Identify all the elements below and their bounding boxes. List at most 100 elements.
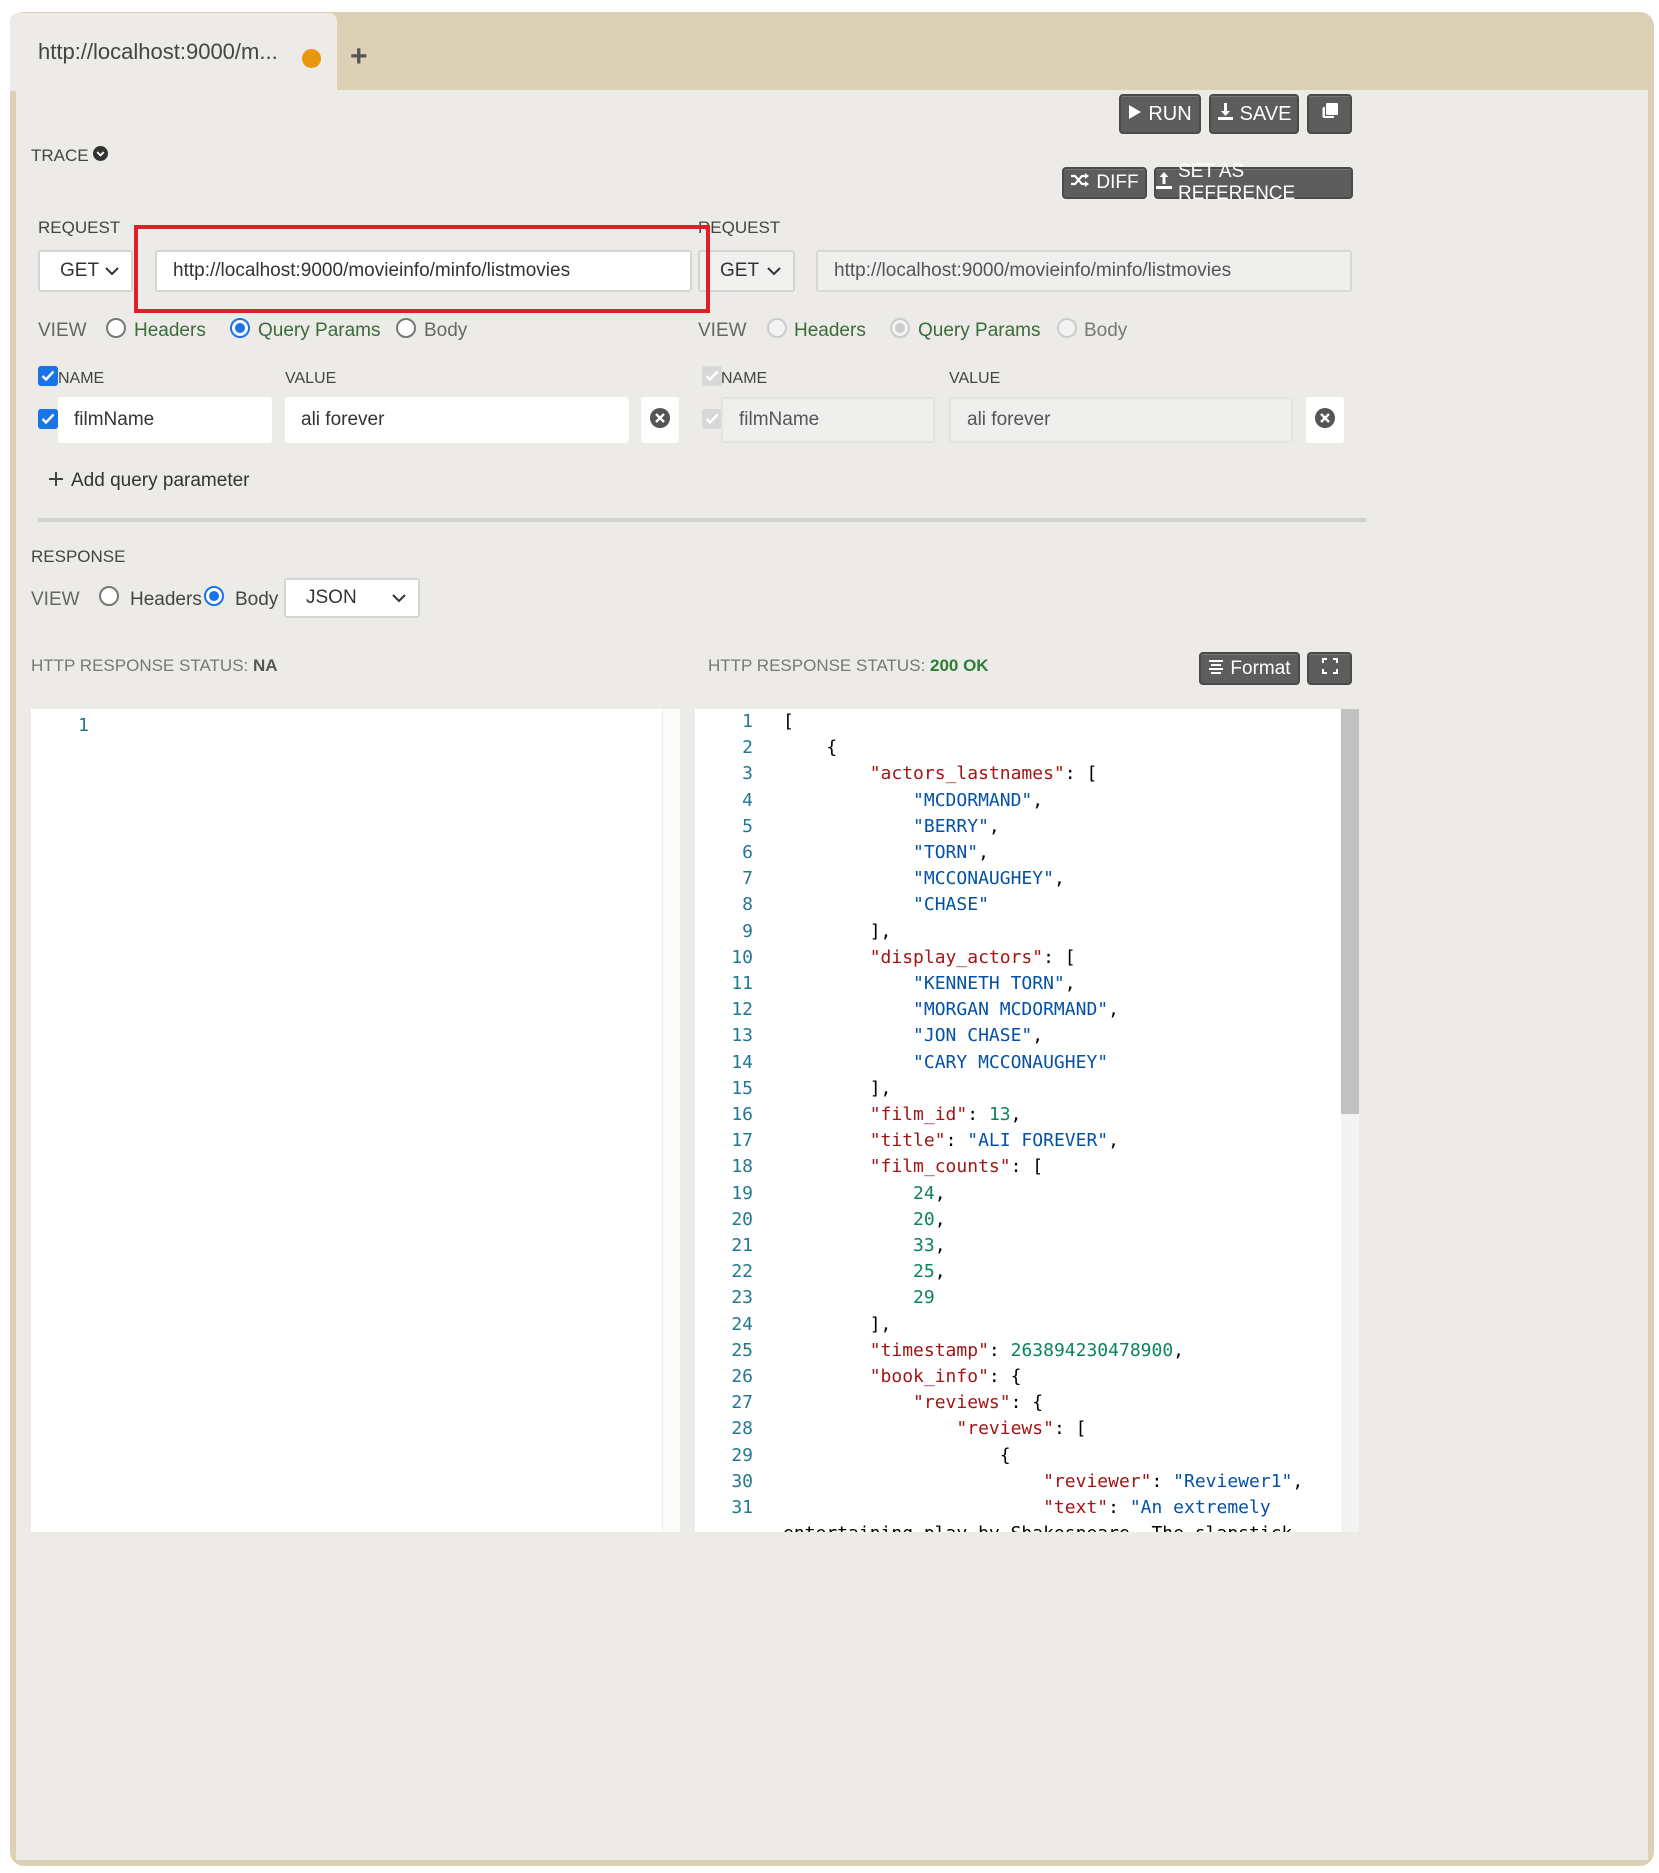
line-number: 24 xyxy=(731,1313,753,1335)
chevron-down-icon xyxy=(767,260,781,282)
param-checkbox-right xyxy=(702,409,722,429)
fullscreen-button[interactable] xyxy=(1307,652,1352,685)
body-label-left: Body xyxy=(424,320,468,341)
right-editor-scrollbar[interactable] xyxy=(1341,709,1359,1532)
radio-headers-left[interactable] xyxy=(106,318,126,338)
response-headers-label: Headers xyxy=(130,589,202,610)
code-line: ], xyxy=(783,1077,892,1099)
play-icon xyxy=(1128,103,1142,126)
right-status-value: 200 OK xyxy=(930,656,989,675)
format-button[interactable]: Format xyxy=(1199,652,1300,685)
duplicate-button[interactable] xyxy=(1307,94,1352,134)
value-header-right: VALUE xyxy=(949,370,1001,387)
code-line: [ xyxy=(783,711,794,732)
line-number: 8 xyxy=(742,894,753,916)
line-number: 4 xyxy=(742,789,753,811)
code-line: ], xyxy=(783,920,892,942)
close-circle-icon xyxy=(1314,407,1336,434)
trace-toggle[interactable]: TRACE xyxy=(31,146,108,166)
run-button[interactable]: RUN xyxy=(1119,94,1201,134)
line-number: 26 xyxy=(731,1366,753,1387)
remove-param-button-right[interactable] xyxy=(1306,397,1344,443)
line-number: 9 xyxy=(742,920,753,942)
shuffle-icon xyxy=(1070,172,1090,194)
code-line: "text": "An extremely xyxy=(1043,1497,1271,1518)
response-format-select[interactable]: JSON xyxy=(284,578,420,618)
line-number: 1 xyxy=(78,715,89,736)
close-circle-icon xyxy=(649,407,671,434)
select-all-checkbox-right xyxy=(702,366,722,386)
radio-body-right xyxy=(1057,318,1077,338)
code-line: "TORN", xyxy=(913,842,989,863)
code-line: "CHASE" xyxy=(913,894,989,916)
method-select-right: GET xyxy=(698,250,795,292)
value-header-left: VALUE xyxy=(285,370,337,387)
code-line: 20, xyxy=(913,1208,946,1230)
query-params-label-right: Query Params xyxy=(918,320,1041,341)
line-number: 18 xyxy=(731,1156,753,1178)
code-line: "CARY MCCONAUGHEY" xyxy=(913,1051,1109,1073)
radio-response-headers[interactable] xyxy=(99,586,119,606)
line-number: 7 xyxy=(742,868,753,890)
line-number: 1 xyxy=(742,711,753,732)
line-number: 6 xyxy=(742,842,753,863)
code-line: "BERRY", xyxy=(913,815,1000,837)
section-divider xyxy=(38,518,1366,522)
left-status-value: NA xyxy=(253,656,278,675)
right-response-editor[interactable]: 1 2 3 4 5 6 7 8 9 10 11 12 13 14 15 16 17 18 19 20 21 22 23 24 2… xyxy=(695,709,1359,1532)
line-number: 3 xyxy=(742,763,753,785)
line-number: 11 xyxy=(731,973,753,994)
param-checkbox-left[interactable] xyxy=(38,409,58,429)
code-line: "MCDORMAND", xyxy=(913,789,1044,811)
chevron-down-circle-icon xyxy=(92,146,108,166)
code-line: "film_counts": [ xyxy=(869,1156,1044,1178)
left-status: HTTP RESPONSE STATUS: NA xyxy=(31,656,278,675)
code-line: "book_info": { xyxy=(869,1366,1022,1387)
param-name-input-right: filmName xyxy=(721,397,935,443)
line-number: 23 xyxy=(731,1287,753,1309)
chevron-down-icon xyxy=(105,260,119,282)
code-line: "MCCONAUGHEY", xyxy=(913,868,1065,890)
code-line: 24, xyxy=(913,1182,946,1204)
line-number: 19 xyxy=(731,1182,753,1204)
code-line: "actors_lastnames": [ xyxy=(869,763,1098,785)
code-line: 29 xyxy=(913,1287,935,1309)
add-tab-button[interactable]: + xyxy=(350,42,368,72)
line-number: 30 xyxy=(731,1470,753,1492)
query-params-label-left: Query Params xyxy=(258,320,381,341)
code-line: "reviewer": "Reviewer1", xyxy=(1043,1470,1304,1492)
code-line: 33, xyxy=(913,1235,946,1256)
view-label-left: VIEW xyxy=(38,320,87,341)
code-line: "KENNETH TORN", xyxy=(913,973,1076,994)
save-button[interactable]: SAVE xyxy=(1209,94,1299,134)
line-number: 5 xyxy=(742,815,753,837)
line-number: 2 xyxy=(742,737,753,759)
add-query-parameter-button[interactable]: Add query parameter xyxy=(49,470,250,492)
line-number: 14 xyxy=(731,1051,753,1073)
name-header-left: NAME xyxy=(58,370,105,387)
remove-param-button-left[interactable] xyxy=(641,397,679,443)
param-value-input-left[interactable]: ali forever xyxy=(285,397,629,443)
radio-response-body[interactable] xyxy=(204,586,224,606)
url-input-right: http://localhost:9000/movieinfo/minfo/li… xyxy=(816,250,1352,292)
request-label-right: REQUEST xyxy=(698,218,781,237)
headers-label-left: Headers xyxy=(134,320,206,341)
method-select-left[interactable]: GET xyxy=(38,250,133,292)
request-tab[interactable]: http://localhost:9000/m... xyxy=(10,13,337,91)
select-all-checkbox-left[interactable] xyxy=(38,366,58,386)
upload-icon xyxy=(1156,171,1172,195)
align-center-icon xyxy=(1208,658,1224,680)
view-label-right: VIEW xyxy=(698,320,747,341)
main-panel: RUN SAVE TRACE DIFF SET AS REFERENCE REQ… xyxy=(16,90,1648,1860)
left-response-editor[interactable]: 1 xyxy=(31,709,680,1532)
line-number: 16 xyxy=(731,1104,753,1125)
left-editor-scrollbar[interactable] xyxy=(662,709,680,1532)
diff-button[interactable]: DIFF xyxy=(1062,167,1147,199)
radio-body-left[interactable] xyxy=(396,318,416,338)
set-as-reference-button[interactable]: SET AS REFERENCE xyxy=(1154,161,1353,204)
code-line: { xyxy=(783,737,838,759)
code-line: "reviews": [ xyxy=(956,1418,1087,1440)
scrollbar-thumb[interactable] xyxy=(1341,709,1359,1114)
param-name-input-left[interactable]: filmName xyxy=(58,397,272,443)
radio-query-params-left[interactable] xyxy=(230,318,250,338)
